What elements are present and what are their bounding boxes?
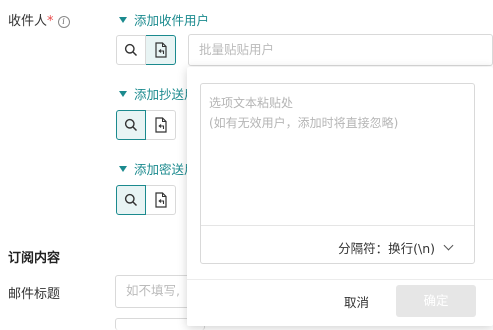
popover-footer-divider bbox=[187, 279, 493, 280]
confirm-button[interactable]: 确定 bbox=[396, 285, 476, 317]
mail-title-label: 邮件标题 bbox=[8, 287, 61, 302]
recipient-tools bbox=[116, 35, 176, 65]
paste-file-icon bbox=[154, 192, 167, 208]
cc-tools bbox=[116, 110, 176, 140]
search-icon bbox=[124, 118, 138, 132]
add-recipients-toggle[interactable]: 添加收件用户 bbox=[119, 10, 209, 29]
batch-paste-bcc-button[interactable] bbox=[146, 185, 176, 215]
bcc-tools bbox=[116, 185, 176, 215]
add-recipients-label: 添加收件用户 bbox=[134, 13, 210, 28]
paste-placeholder-line1: 选项文本粘贴处 bbox=[209, 96, 294, 110]
batch-paste-input[interactable]: 批量贴贴用户 bbox=[188, 34, 493, 66]
batch-paste-popover: 选项文本粘贴处 (如有无效用户，添加时将直接忽略) 分隔符：换行(\n) 取消 … bbox=[187, 67, 493, 326]
subscription-section-title: 订阅内容 bbox=[8, 251, 61, 266]
search-cc-button[interactable] bbox=[116, 110, 146, 140]
triangle-down-icon bbox=[119, 17, 127, 23]
separator-divider bbox=[201, 225, 474, 226]
add-bcc-toggle[interactable]: 添加密送用 bbox=[119, 159, 197, 178]
info-icon[interactable]: i bbox=[57, 16, 70, 28]
required-mark: * bbox=[47, 14, 54, 29]
triangle-down-icon bbox=[119, 166, 127, 172]
batch-paste-cc-button[interactable] bbox=[146, 110, 176, 140]
paste-placeholder-line2: (如有无效用户，添加时将直接忽略) bbox=[209, 116, 399, 130]
triangle-down-icon bbox=[119, 91, 127, 97]
paste-textarea[interactable]: 选项文本粘贴处 (如有无效用户，添加时将直接忽略) 分隔符：换行(\n) bbox=[200, 83, 475, 264]
search-bcc-button[interactable] bbox=[116, 185, 146, 215]
chevron-down-icon bbox=[443, 240, 454, 251]
search-icon bbox=[124, 43, 138, 57]
separator-label: 分隔符：换行(\n) bbox=[338, 241, 435, 256]
recipients-label: 收件人* i bbox=[8, 10, 70, 29]
batch-paste-button[interactable] bbox=[146, 35, 176, 65]
separator-select[interactable]: 分隔符：换行(\n) bbox=[338, 238, 454, 257]
add-cc-toggle[interactable]: 添加抄送用 bbox=[119, 84, 197, 103]
search-user-button[interactable] bbox=[116, 35, 146, 65]
paste-file-icon bbox=[154, 117, 167, 133]
cancel-button[interactable]: 取消 bbox=[344, 292, 369, 311]
search-icon bbox=[124, 193, 138, 207]
paste-file-icon bbox=[154, 42, 167, 58]
recipients-label-text: 收件人 bbox=[8, 14, 48, 29]
